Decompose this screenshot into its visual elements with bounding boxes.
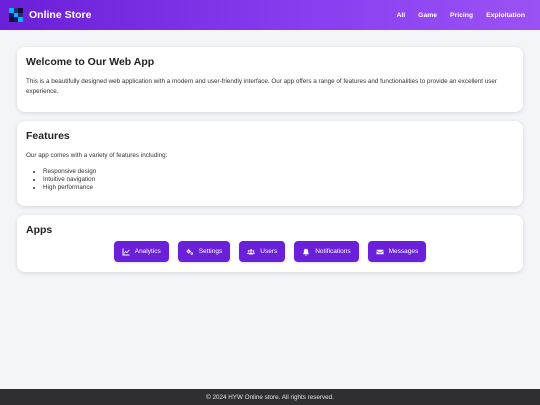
nav-link-game[interactable]: Game bbox=[418, 12, 437, 19]
welcome-card: Welcome to Our Web App This is a beautif… bbox=[17, 47, 523, 112]
nav-link-exploitation[interactable]: Exploitation bbox=[486, 12, 525, 19]
brand[interactable]: Online Store bbox=[9, 8, 91, 22]
analytics-button[interactable]: Analytics bbox=[113, 241, 169, 262]
settings-label: Settings bbox=[198, 248, 223, 255]
features-title: Features bbox=[26, 130, 70, 142]
apps-card: Apps Analytics Settings Users Notificati… bbox=[17, 215, 523, 272]
notifications-button[interactable]: Notifications bbox=[294, 241, 359, 262]
brand-name: Online Store bbox=[29, 9, 92, 21]
apps-row: Analytics Settings Users Notifications M… bbox=[26, 241, 514, 262]
features-intro: Our app comes with a variety of features… bbox=[26, 152, 168, 159]
envelope-icon bbox=[376, 249, 384, 254]
nav-link-all[interactable]: All bbox=[396, 12, 405, 19]
footer: © 2024 HYW Online store. All rights rese… bbox=[0, 389, 540, 405]
gears-icon bbox=[186, 248, 193, 255]
users-label: Users bbox=[260, 248, 278, 255]
feature-item: Intuitive navigation bbox=[43, 176, 514, 184]
feature-item: High performance bbox=[43, 184, 514, 192]
notifications-label: Notifications bbox=[315, 248, 351, 255]
logo-icon bbox=[9, 8, 23, 22]
users-button[interactable]: Users bbox=[239, 241, 286, 262]
users-icon bbox=[247, 248, 256, 254]
welcome-title: Welcome to Our Web App bbox=[26, 56, 155, 68]
apps-title: Apps bbox=[26, 224, 53, 236]
analytics-label: Analytics bbox=[134, 248, 161, 255]
messages-label: Messages bbox=[388, 248, 419, 255]
features-card: Features Our app comes with a variety of… bbox=[17, 121, 523, 206]
nav-link-pricing[interactable]: Pricing bbox=[450, 12, 473, 19]
settings-button[interactable]: Settings bbox=[177, 241, 231, 262]
feature-item: Responsive design bbox=[43, 168, 514, 176]
chart-line-icon bbox=[122, 248, 130, 255]
messages-button[interactable]: Messages bbox=[367, 241, 427, 262]
top-navbar: Online Store All Game Pricing Exploitati… bbox=[0, 0, 540, 30]
footer-text: © 2024 HYW Online store. All rights rese… bbox=[206, 393, 334, 401]
nav-links: All Game Pricing Exploitation bbox=[396, 12, 525, 19]
welcome-text: This is a beautifully designed web appli… bbox=[26, 78, 498, 95]
bell-icon bbox=[303, 248, 310, 256]
features-list: Responsive design Intuitive navigation H… bbox=[26, 168, 514, 192]
